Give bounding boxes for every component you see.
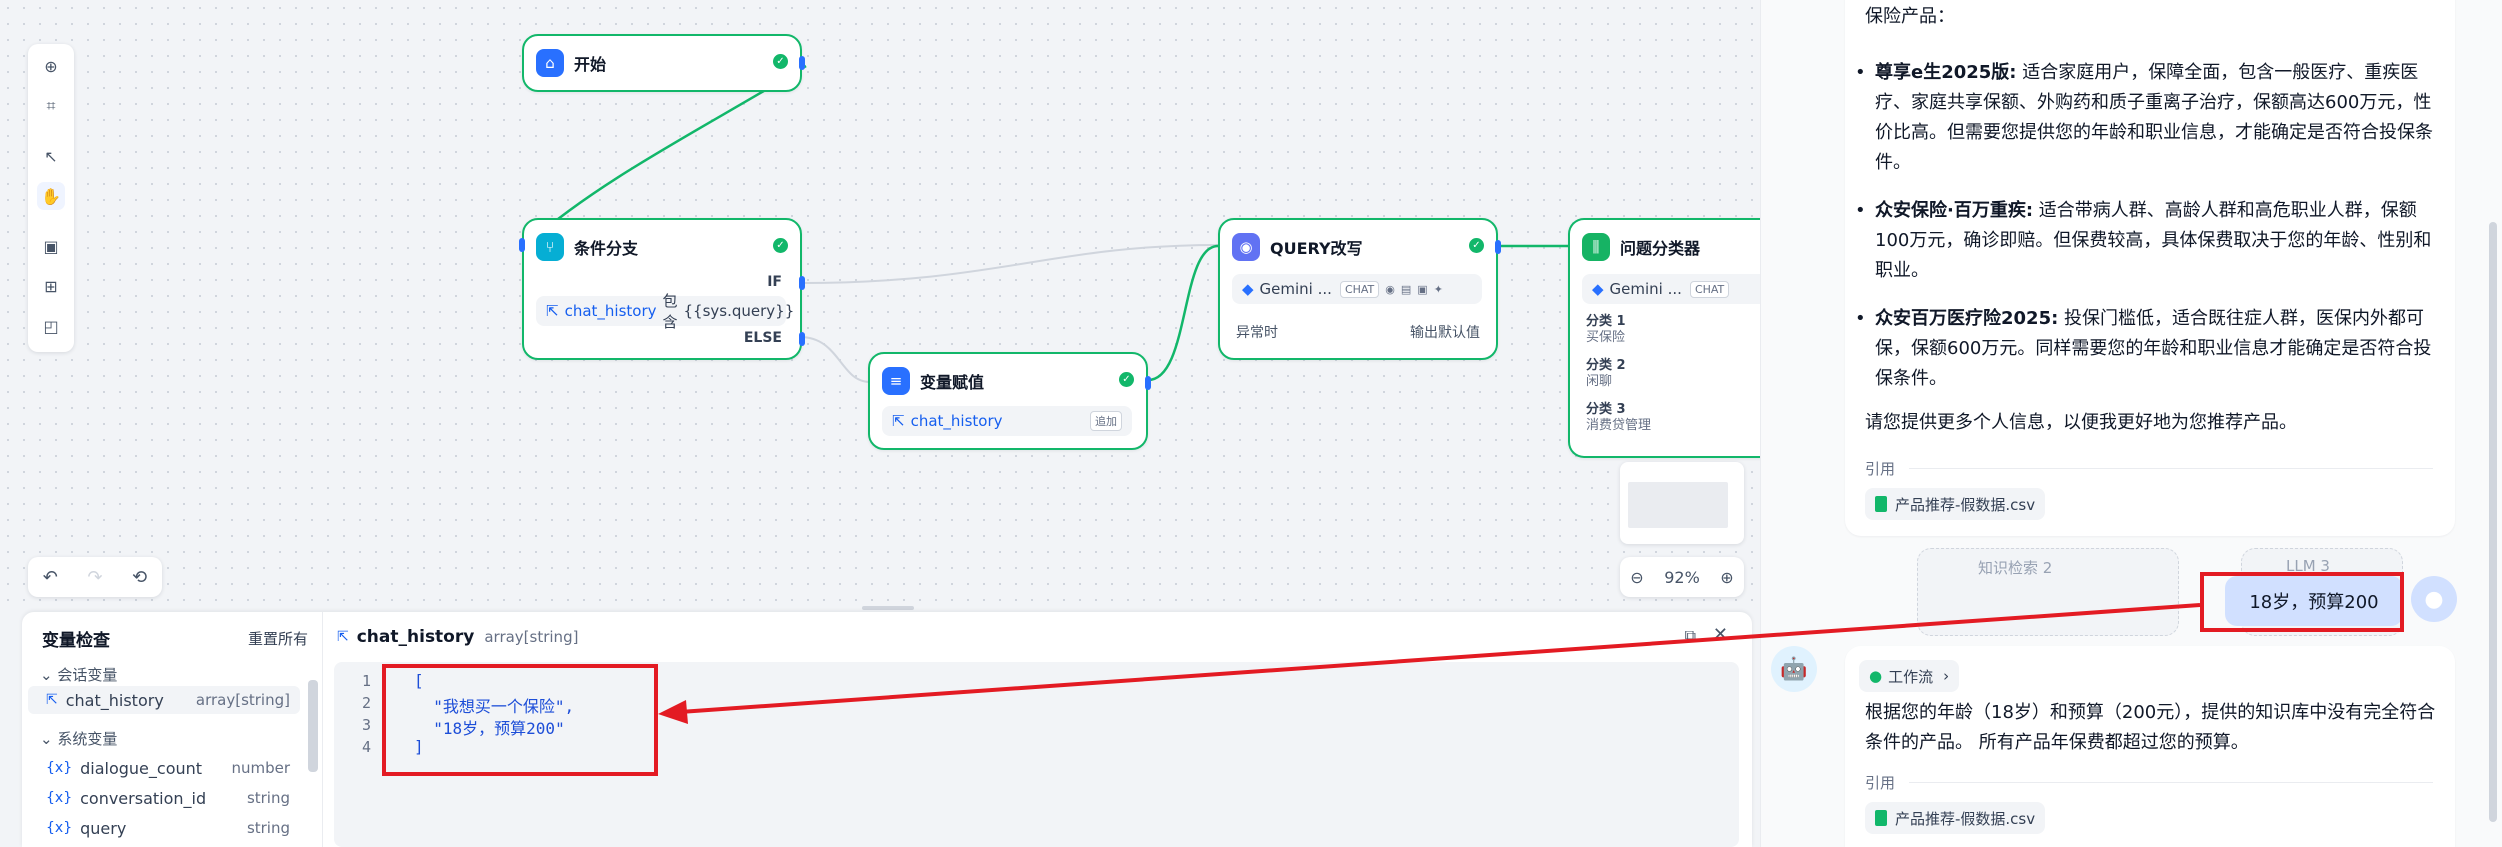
annotation-arrow	[658, 603, 2201, 724]
